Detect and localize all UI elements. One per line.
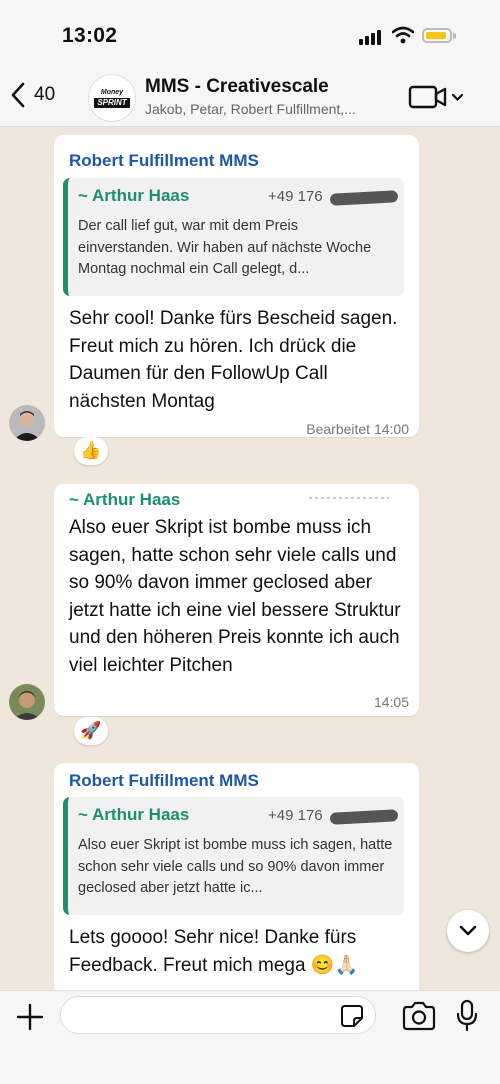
chat-participants[interactable]: Jakob, Petar, Robert Fulfillment,...: [145, 101, 356, 117]
cellular-signal-icon: [359, 29, 383, 45]
avatar-photo: [9, 684, 45, 720]
phone-redaction: [329, 190, 399, 206]
message-text: Also euer Skript ist bombe muss ich sage…: [69, 517, 401, 676]
status-bar: 13:02: [0, 0, 500, 68]
quote-phone: +49 176: [268, 188, 323, 205]
quote-text: Der call lief gut, war mit dem Preis ein…: [78, 218, 372, 277]
message-bubble[interactable]: Robert Fulfillment MMS ~ Arthur Haas +49…: [54, 763, 419, 990]
message-author: ~ Arthur Haas: [69, 490, 181, 509]
phone-redaction: [329, 809, 399, 825]
video-call-button[interactable]: [408, 83, 466, 111]
unread-count: 40: [34, 84, 56, 105]
chevron-down-icon: [459, 925, 477, 936]
group-avatar-text-top: Money: [100, 88, 124, 96]
message-meta: Bearbeitet 14:00: [306, 421, 409, 437]
quoted-message[interactable]: ~ Arthur Haas +49 176 Also euer Skript i…: [63, 797, 404, 915]
quoted-message[interactable]: ~ Arthur Haas +49 176 Der call lief gut,…: [63, 178, 404, 296]
chevron-left-icon: [11, 82, 25, 108]
chat-title[interactable]: MMS - Creativescale: [145, 76, 329, 98]
message-text: Sehr cool! Danke fürs Bescheid sagen. Fr…: [69, 308, 398, 412]
sticker-icon[interactable]: [340, 1004, 364, 1028]
message-bubble[interactable]: Robert Fulfillment MMS ~ Arthur Haas +49…: [54, 135, 419, 437]
quote-phone: +49 176: [268, 807, 323, 824]
chevron-down-icon: [451, 93, 464, 102]
avatar-photo: [9, 405, 45, 441]
scroll-to-bottom-button[interactable]: [447, 910, 489, 952]
group-avatar[interactable]: Money SPRINT: [88, 74, 136, 122]
quote-text: Also euer Skript ist bombe muss ich sage…: [78, 837, 393, 896]
quote-author: ~ Arthur Haas: [78, 805, 190, 824]
message-sender: Robert Fulfillment MMS: [69, 151, 259, 170]
video-call-icon: [408, 85, 464, 109]
sender-avatar[interactable]: [9, 684, 45, 720]
message-input[interactable]: [60, 996, 376, 1034]
quote-author: ~ Arthur Haas: [78, 186, 190, 205]
camera-icon[interactable]: [401, 1001, 437, 1031]
wifi-icon: [392, 26, 414, 44]
battery-tip: [453, 33, 456, 39]
reaction-badge[interactable]: 👍: [74, 437, 108, 465]
microphone-icon[interactable]: [455, 999, 479, 1033]
message-list[interactable]: Robert Fulfillment MMS ~ Arthur Haas +49…: [0, 127, 500, 990]
battery-icon: [422, 28, 452, 43]
message-bubble[interactable]: ~ Arthur Haas Also euer Skript ist bombe…: [54, 484, 419, 716]
reaction-badge[interactable]: 🚀: [74, 717, 108, 745]
sender-avatar[interactable]: [9, 405, 45, 441]
group-avatar-text-bottom: SPRINT: [94, 97, 130, 108]
chat-header: 40 Money SPRINT MMS - Creativescale Jako…: [0, 68, 500, 127]
faint-phone-number: [309, 497, 389, 499]
status-time: 13:02: [62, 24, 118, 47]
back-button[interactable]: 40: [10, 80, 55, 110]
message-sender: Robert Fulfillment MMS: [69, 771, 259, 790]
plus-icon[interactable]: [14, 1001, 46, 1033]
composer-bar: [0, 990, 500, 1084]
message-time: 14:05: [373, 694, 409, 710]
message-text: Lets goooo! Sehr nice! Danke fürs Feedba…: [69, 927, 359, 976]
